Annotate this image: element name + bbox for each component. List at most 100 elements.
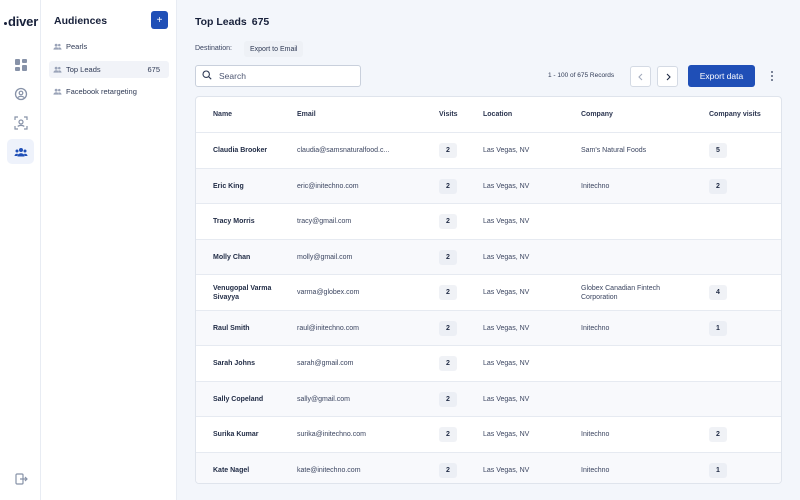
cell-location: Las Vegas, NV — [483, 466, 530, 474]
logout-icon[interactable] — [7, 466, 34, 491]
audience-item-top-leads[interactable]: Top Leads 675 — [49, 61, 169, 78]
audience-item-count: 675 — [147, 65, 160, 74]
cell-visits: 2 — [439, 249, 457, 265]
column-header-company-visits[interactable]: Company visits — [709, 111, 761, 118]
next-page-button[interactable] — [657, 66, 678, 87]
prev-page-button[interactable] — [630, 66, 651, 87]
cell-email: tracy@gmail.com — [297, 218, 352, 225]
more-options-icon[interactable] — [768, 68, 776, 84]
cell-name: Surika Kumar — [213, 431, 259, 438]
audience-item-label: Facebook retargeting — [66, 87, 137, 96]
table-row[interactable]: Venugopal Varma Sivayya varma@globex.com 2… — [196, 275, 781, 311]
cell-visits: 2 — [439, 391, 457, 407]
page-title: Top Leads 675 — [195, 16, 269, 28]
audiences-panel: Audiences + Pearls Top Leads 675 Faceboo… — [41, 0, 177, 500]
cell-company: Globex Canadian Fintech Corporation — [581, 285, 660, 301]
export-data-button[interactable]: Export data — [688, 65, 755, 87]
cell-name: Molly Chan — [213, 253, 251, 261]
cell-visits: 2 — [439, 178, 457, 194]
cell-company: Initechno — [581, 466, 610, 474]
table-header: Name Email Visits Location Company Compa… — [196, 97, 781, 133]
cell-company-visits: 2 — [709, 427, 727, 442]
table-row[interactable]: Kate Nagel kate@initechno.com 2 Las Vegas, … — [196, 452, 781, 483]
table-row[interactable]: Claudia Brooker claudia@samsnaturalfood.c… — [196, 133, 781, 169]
leads-table: Name Email Visits Location Company Compa… — [195, 96, 782, 484]
table-row[interactable]: Molly Chan molly@gmail.com 2 Las Vegas, NV — [196, 239, 781, 275]
cell-email: varma@globex.com — [297, 289, 360, 296]
records-count: 1 - 100 of 675 Records — [548, 72, 615, 79]
table-row[interactable]: Raul Smith raul@initechno.com 2 Las Vegas, … — [196, 310, 781, 346]
user-search-icon[interactable] — [7, 81, 34, 106]
cell-location: Las Vegas, NV — [483, 289, 530, 296]
cell-email: sally@gmail.com — [297, 395, 351, 403]
logo: diver — [4, 14, 38, 29]
cell-name: Kate Nagel — [213, 466, 250, 474]
cell-location: Las Vegas, NV — [483, 147, 530, 154]
main-content: Top Leads 675 Destination: Export to Emai… — [177, 0, 800, 500]
audience-item-facebook-retargeting[interactable]: Facebook retargeting — [49, 83, 169, 100]
cell-email: molly@gmail.com — [297, 253, 353, 261]
column-header-email[interactable]: Email — [297, 111, 316, 118]
cell-name: Raul Smith — [213, 324, 250, 332]
column-header-company[interactable]: Company — [581, 111, 613, 118]
cell-company: Initechno — [581, 431, 610, 438]
cell-company-visits: 1 — [709, 320, 727, 336]
search-icon — [202, 67, 212, 85]
cell-location: Las Vegas, NV — [483, 431, 530, 438]
users-icon — [53, 65, 62, 74]
cell-email: claudia@samsnaturalfood.c... — [297, 147, 390, 154]
cell-company-visits: 1 — [709, 462, 727, 478]
cell-visits: 2 — [439, 214, 457, 229]
cell-visits: 2 — [439, 427, 457, 442]
cell-visits: 2 — [439, 320, 457, 336]
cell-email: eric@initechno.com — [297, 182, 359, 190]
table-row[interactable]: Sarah Johns sarah@gmail.com 2 Las Vegas, NV — [196, 346, 781, 382]
table-row[interactable]: Eric King eric@initechno.com 2 Las Vegas, N… — [196, 168, 781, 204]
table-row[interactable]: Surika Kumar surika@initechno.com 2 Las Veg… — [196, 417, 781, 453]
cell-location: Las Vegas, NV — [483, 395, 530, 403]
add-audience-button[interactable]: + — [151, 11, 168, 29]
column-header-visits[interactable]: Visits — [439, 111, 458, 118]
cell-company-visits: 5 — [709, 143, 727, 158]
cell-email: surika@initechno.com — [297, 431, 366, 438]
column-header-location[interactable]: Location — [483, 111, 512, 118]
users-group-icon[interactable] — [7, 139, 34, 164]
table-row[interactable]: Sally Copeland sally@gmail.com 2 Las Vegas,… — [196, 381, 781, 417]
audience-item-label: Pearls — [66, 42, 88, 51]
audience-item-pearls[interactable]: Pearls — [49, 38, 169, 55]
cell-email: raul@initechno.com — [297, 324, 359, 332]
search-box[interactable] — [195, 65, 361, 87]
cell-visits: 2 — [439, 462, 457, 478]
cell-visits: 2 — [439, 356, 457, 371]
cell-company: Initechno — [581, 324, 610, 332]
cell-visits: 2 — [439, 285, 457, 300]
cell-location: Las Vegas, NV — [483, 218, 530, 225]
cell-name: Sarah Johns — [213, 360, 256, 367]
dashboard-icon[interactable] — [7, 52, 34, 77]
face-scan-icon[interactable] — [7, 110, 34, 135]
cell-name: Sally Copeland — [213, 395, 264, 403]
cell-name: Claudia Brooker — [213, 147, 268, 154]
search-input[interactable] — [219, 71, 359, 81]
cell-name: Tracy Morris — [213, 218, 255, 225]
chevron-left-icon — [637, 73, 642, 80]
column-header-name[interactable]: Name — [213, 111, 232, 118]
users-icon — [53, 87, 62, 96]
icon-rail: diver — [0, 0, 41, 500]
cell-company: Sam's Natural Foods — [581, 147, 647, 154]
page-title-text: Top Leads — [195, 16, 247, 28]
cell-location: Las Vegas, NV — [483, 324, 530, 332]
cell-company-visits: 4 — [709, 285, 727, 300]
cell-location: Las Vegas, NV — [483, 360, 530, 367]
destination-button[interactable]: Export to Email — [244, 41, 304, 57]
page-title-count: 675 — [251, 16, 270, 28]
table-row[interactable]: Tracy Morris tracy@gmail.com 2 Las Vegas, N… — [196, 204, 781, 240]
users-icon — [53, 42, 62, 51]
cell-email: kate@initechno.com — [297, 466, 361, 474]
audience-item-label: Top Leads — [66, 65, 101, 74]
cell-name: Eric King — [213, 182, 244, 190]
cell-location: Las Vegas, NV — [483, 182, 530, 190]
destination-label: Destination: — [195, 45, 232, 52]
cell-company-visits: 2 — [709, 178, 727, 194]
cell-location: Las Vegas, NV — [483, 253, 530, 261]
